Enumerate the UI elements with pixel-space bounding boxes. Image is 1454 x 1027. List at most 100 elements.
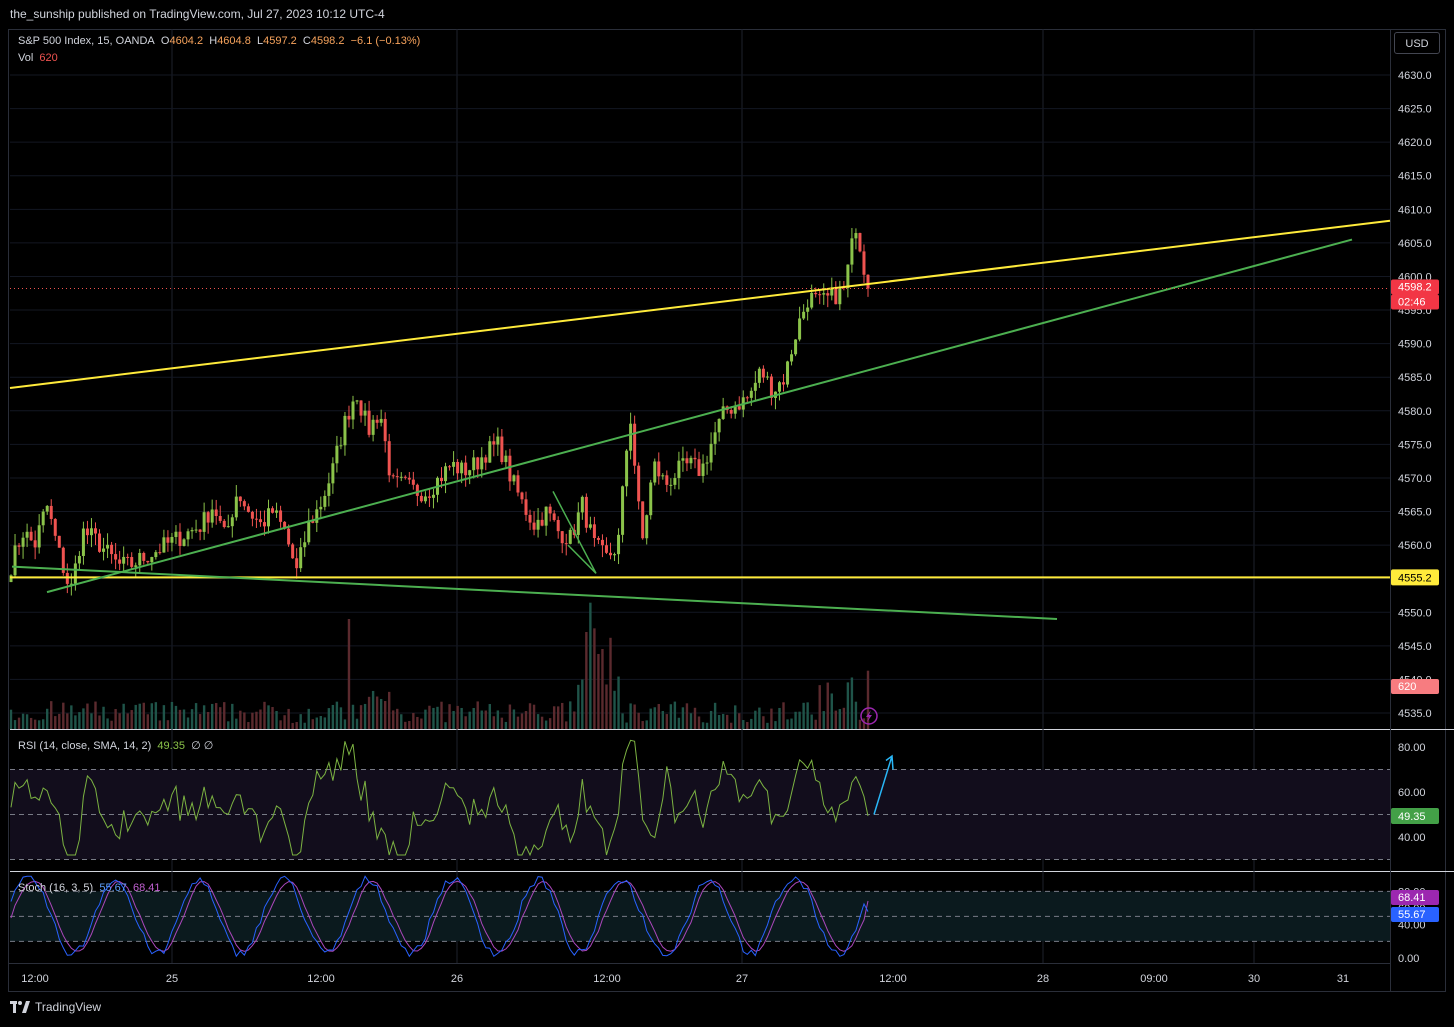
volume-bar [219, 707, 222, 729]
candle-body [850, 238, 854, 265]
volume-bar [94, 701, 97, 729]
stoch-label[interactable]: Stoch (16, 3, 5) [18, 882, 93, 894]
volume-bar [106, 718, 109, 729]
price-tick-label: 4560.0 [1398, 540, 1432, 552]
volume-bar [802, 702, 805, 729]
volume-bar [858, 719, 862, 729]
candle-body [665, 475, 669, 485]
volume-bar [114, 709, 117, 729]
volume-bar [166, 720, 170, 729]
candle-body [548, 506, 552, 514]
rsi-label[interactable]: RSI (14, close, SMA, 14, 2) [18, 740, 151, 752]
candle-body [592, 524, 596, 539]
volume-bar [782, 702, 785, 729]
rsi-value-badge: 49.35 [1398, 811, 1426, 823]
candle-body [677, 460, 681, 479]
candle-body [814, 292, 818, 295]
candle-body [383, 418, 387, 442]
candle-body [717, 418, 721, 433]
volume-bar [770, 708, 773, 729]
volume-bar [194, 703, 198, 729]
volume-bar [138, 703, 141, 729]
high-value: 4604.8 [217, 35, 251, 47]
volume-bar [444, 722, 447, 729]
candle-body [584, 496, 588, 528]
volume-bar [295, 722, 298, 729]
volume-bar [569, 701, 572, 729]
candle-body [496, 436, 500, 445]
candle-body [782, 382, 786, 385]
rsi-extra: ∅ ∅ [191, 740, 214, 752]
volume-bar [460, 707, 463, 729]
volume-bar [669, 704, 673, 729]
candle-body [673, 478, 677, 485]
volume-bar [206, 711, 210, 729]
volume-bar [66, 713, 69, 729]
candle-body [214, 509, 218, 516]
price-tick-label: 4565.0 [1398, 507, 1432, 519]
candle-body [391, 475, 395, 477]
rsi-legend: RSI (14, close, SMA, 14, 2) 49.35 ∅ ∅ [18, 739, 213, 752]
candle-body [854, 233, 858, 239]
stoch-d-value: 68.41 [133, 882, 161, 894]
volume-bar [480, 710, 483, 729]
price-tick-label: 4545.0 [1398, 641, 1432, 653]
volume-bar [74, 715, 77, 729]
candle-body [528, 514, 532, 523]
volume-bar [730, 722, 733, 729]
volume-bar [677, 717, 681, 729]
volume-bar [210, 703, 214, 729]
candle-body [794, 339, 798, 355]
candle-body [307, 520, 311, 543]
volume-bar [516, 716, 520, 729]
time-tick-label: 12:00 [21, 973, 49, 985]
candle-body [210, 509, 214, 523]
candle-body [540, 519, 544, 526]
price-tick-label: 4535.0 [1398, 708, 1432, 720]
candle-body [681, 458, 685, 461]
volume-label[interactable]: Vol [18, 52, 33, 64]
candle-body [29, 531, 33, 541]
candle-body [49, 505, 53, 519]
candle-body [335, 445, 339, 464]
volume-bar [62, 702, 65, 729]
volume-bar [428, 705, 431, 729]
volume-bar [396, 708, 399, 729]
volume-bar [359, 705, 363, 729]
candle-body [202, 512, 206, 532]
tradingview-footer[interactable]: TradingView [10, 1000, 101, 1014]
currency-button[interactable]: USD [1394, 32, 1440, 54]
volume-bar [46, 708, 49, 729]
volume-bar [9, 709, 13, 729]
candle-body [576, 512, 580, 535]
volume-bar [279, 720, 282, 729]
volume-bar [150, 703, 154, 729]
symbol-label[interactable]: S&P 500 Index, 15, OANDA [18, 35, 155, 47]
candle-body [37, 525, 41, 548]
chart-canvas[interactable]: 4630.04625.04620.04615.04610.04605.04600… [0, 0, 1454, 1027]
volume-bar [742, 720, 745, 729]
candle-body [178, 531, 182, 546]
candle-body [375, 419, 379, 423]
volume-bar [118, 713, 121, 729]
volume-bar [605, 684, 608, 729]
volume-bar [21, 713, 25, 729]
candle-body [45, 505, 49, 512]
volume-bar [174, 705, 178, 729]
volume-bar [13, 720, 17, 729]
volume-bar [142, 702, 145, 729]
yellow-resistance-line [9, 219, 1391, 389]
candle-body [206, 512, 210, 523]
candle-body [765, 376, 769, 378]
candle-body [629, 423, 633, 451]
stoch-tick-label: 0.00 [1398, 953, 1419, 965]
volume-bar [162, 705, 166, 729]
volume-bar [25, 714, 29, 729]
candle-body [596, 538, 600, 540]
candle-body [608, 552, 612, 556]
candle-body [323, 495, 327, 507]
volume-bar [110, 720, 113, 729]
price-tick-label: 4580.0 [1398, 406, 1432, 418]
candle-body [669, 484, 673, 486]
candle-body [802, 311, 806, 319]
